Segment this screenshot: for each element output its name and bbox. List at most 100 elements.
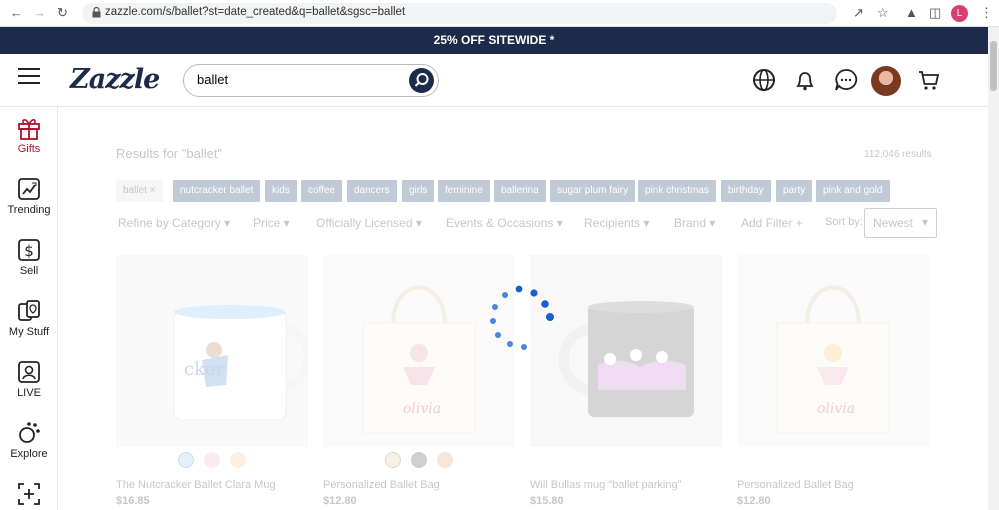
notification-bell-icon[interactable] xyxy=(792,67,818,93)
lock-icon xyxy=(92,7,101,18)
search-box xyxy=(183,64,439,97)
bookmark-star-icon[interactable]: ☆ xyxy=(877,5,889,21)
tag-chip[interactable]: kids xyxy=(265,180,297,202)
filter-dropdown[interactable]: Refine by Category xyxy=(118,216,230,230)
reload-icon[interactable]: ↻ xyxy=(57,5,68,21)
sidebar-label-gifts: Gifts xyxy=(17,143,41,155)
sort-select[interactable]: Newest ▾ xyxy=(864,208,937,238)
trending-icon xyxy=(18,178,40,200)
product-card[interactable]: Will Bullas mug "ballet parking" $15.80 xyxy=(530,255,722,507)
color-swatch[interactable] xyxy=(384,451,401,468)
explore-icon xyxy=(19,422,40,443)
color-swatch[interactable] xyxy=(411,451,427,468)
color-swatches xyxy=(116,451,308,475)
filter-dropdown[interactable]: Price xyxy=(253,216,290,230)
sidebar-label-explore: Explore xyxy=(10,448,48,460)
color-swatches xyxy=(530,451,722,475)
browser-toolbar: ← → ↻ zazzle.com/s/ballet?st=date_create… xyxy=(0,0,999,27)
filter-dropdown[interactable]: Events & Occasions xyxy=(446,216,563,230)
product-image[interactable]: olivia xyxy=(323,255,515,447)
product-price: $12.80 xyxy=(737,495,771,507)
tag-chip[interactable]: dancers xyxy=(347,180,397,202)
mug-illustration xyxy=(530,255,722,447)
tag-chip[interactable]: party xyxy=(776,180,813,202)
back-icon[interactable]: ← xyxy=(10,5,23,20)
color-swatch[interactable] xyxy=(177,451,194,468)
bag-illustration: olivia xyxy=(737,255,929,447)
menu-kebab-icon[interactable]: ⋮ xyxy=(980,5,993,21)
add-filter-button[interactable]: Add Filter + xyxy=(741,216,803,230)
create-plus-icon xyxy=(18,483,40,505)
search-icon xyxy=(414,73,429,87)
svg-text:olivia: olivia xyxy=(403,401,441,417)
product-title[interactable]: The Nutcracker Ballet Clara Mug xyxy=(116,479,308,491)
scrollbar[interactable] xyxy=(988,27,999,510)
tag-chip[interactable]: pink christmas xyxy=(638,180,716,202)
sort-label: Sort by: xyxy=(825,216,863,228)
sidebar-label-live: LIVE xyxy=(17,387,41,399)
product-card[interactable]: cker The Nutcracker Ballet Clara Mug $16… xyxy=(116,255,308,507)
sort-value: Newest xyxy=(873,216,914,230)
promo-banner[interactable]: 25% OFF SITEWIDE * xyxy=(0,27,988,54)
sidebar-item-trending[interactable]: Trending xyxy=(0,176,58,216)
filter-dropdown[interactable]: Brand xyxy=(674,216,715,230)
product-card[interactable]: olivia Personalized Ballet Bag $12.80 xyxy=(737,255,929,507)
svg-text:$: $ xyxy=(24,242,34,260)
color-swatch[interactable] xyxy=(230,451,247,468)
mystuff-icon xyxy=(18,300,40,321)
color-swatch[interactable] xyxy=(437,451,454,468)
chevron-down-icon: ▾ xyxy=(921,215,928,229)
sidebar-label-sell: Sell xyxy=(19,265,39,277)
mug-illustration: cker xyxy=(116,255,308,447)
forward-icon[interactable]: → xyxy=(33,5,46,20)
chat-icon[interactable] xyxy=(833,67,859,93)
search-button[interactable] xyxy=(409,68,434,93)
user-avatar[interactable] xyxy=(871,66,901,96)
tag-chip[interactable]: pink and gold xyxy=(816,180,890,202)
globe-icon[interactable] xyxy=(751,67,777,93)
tag-chip[interactable]: feminine xyxy=(438,180,490,202)
filter-dropdown[interactable]: Recipients xyxy=(584,216,649,230)
product-title[interactable]: Will Bullas mug "ballet parking" xyxy=(530,479,722,491)
browser-profile-avatar[interactable]: L xyxy=(951,5,968,22)
tag-chip[interactable]: ballet × xyxy=(116,180,163,202)
sidepanel-icon[interactable]: ◫ xyxy=(929,5,941,21)
cart-icon[interactable] xyxy=(916,67,942,93)
product-price: $16.85 xyxy=(116,495,150,507)
product-image[interactable]: olivia xyxy=(737,255,929,447)
dollar-icon: $ xyxy=(18,239,40,261)
color-swatch[interactable] xyxy=(204,451,220,468)
svg-text:cker: cker xyxy=(184,359,225,380)
live-icon xyxy=(18,361,40,383)
product-image[interactable] xyxy=(530,255,722,447)
tag-chip[interactable]: birthday xyxy=(721,180,771,202)
product-price: $15.80 xyxy=(530,495,564,507)
product-card[interactable]: olivia Personalized Ballet Bag $12.80 xyxy=(323,255,515,507)
sidebar-item-live[interactable]: LIVE xyxy=(0,359,58,399)
left-sidebar: Gifts Trending $ Sell My Stuff LIVE Expl… xyxy=(0,107,58,510)
color-swatches xyxy=(737,451,929,475)
search-input[interactable] xyxy=(197,72,397,87)
sidebar-item-my-stuff[interactable]: My Stuff xyxy=(0,298,58,338)
hamburger-menu-icon[interactable] xyxy=(18,68,40,86)
tag-chip[interactable]: ballerina xyxy=(494,180,546,202)
scrollbar-thumb[interactable] xyxy=(990,41,997,91)
sidebar-item-explore[interactable]: Explore xyxy=(0,420,58,460)
address-bar[interactable]: zazzle.com/s/ballet?st=date_created&q=ba… xyxy=(82,3,837,24)
loading-spinner-icon xyxy=(490,285,554,350)
sidebar-item-create[interactable] xyxy=(0,481,58,507)
tag-chip[interactable]: nutcracker ballet xyxy=(173,180,261,202)
share-icon[interactable]: ↗ xyxy=(853,5,864,21)
product-title[interactable]: Personalized Ballet Bag xyxy=(323,479,515,491)
extensions-icon[interactable]: ▲ xyxy=(905,5,918,20)
product-title[interactable]: Personalized Ballet Bag xyxy=(737,479,929,491)
tag-chip[interactable]: sugar plum fairy xyxy=(550,180,636,202)
product-image[interactable]: cker xyxy=(116,255,308,447)
bag-illustration: olivia xyxy=(323,255,515,447)
sidebar-item-sell[interactable]: $ Sell xyxy=(0,237,58,277)
sidebar-item-gifts[interactable]: Gifts xyxy=(0,115,58,155)
tag-chip[interactable]: girls xyxy=(402,180,435,202)
filter-dropdown[interactable]: Officially Licensed xyxy=(316,216,422,230)
tag-chip[interactable]: coffee xyxy=(301,180,343,202)
zazzle-logo[interactable]: Zazzle xyxy=(70,64,160,95)
